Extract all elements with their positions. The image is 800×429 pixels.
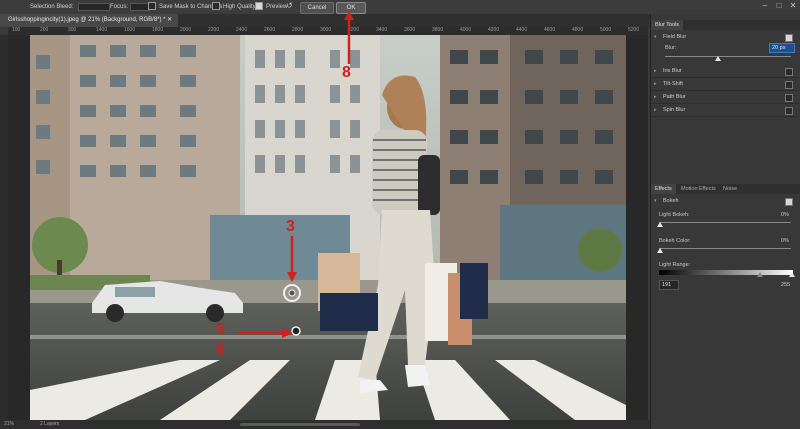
effects-tab-bar: Effects Motion Effects Noise [651,184,800,194]
horizontal-scrollbar[interactable] [240,423,360,426]
ruler-tick-label: 5200 [628,27,640,33]
close-tab-icon[interactable]: ✕ [167,17,172,23]
blur-value-input[interactable]: 20 px [769,43,795,53]
bokeh-color-label: Bokeh Color: [659,238,691,244]
blur-label: Blur: [665,45,677,51]
annotation-8: 8 [342,64,351,81]
ruler-tick-label: 2600 [264,27,276,33]
close-icon[interactable]: ✕ [788,1,798,11]
annotation-6: 6 [216,342,225,359]
checkbox-checked-icon [255,2,263,11]
chevron-down-icon[interactable]: ▾ [654,195,657,207]
blur-tool-label: Path Blur [663,94,686,100]
maximize-icon[interactable]: □ [774,1,784,11]
ruler-tick-label: 4200 [488,27,500,33]
ruler-tick-label: 1800 [152,27,164,33]
blur-tools-panel: Blur Tools ▾ Field Blur Blur: 20 px ▸ Iri… [650,14,800,429]
bokeh-color-slider-track[interactable] [659,248,791,249]
light-range-low-input[interactable]: 191 [659,280,679,290]
ruler-tick-label: 4000 [460,27,472,33]
tab-noise[interactable]: Noise [719,184,741,194]
high-quality-checkbox[interactable]: High Quality [212,2,256,12]
ruler-tick-label: 4400 [516,27,528,33]
ruler-tick-label: 2200 [208,27,220,33]
blur-tool-label: Spin Blur [663,107,686,113]
options-bar: Selection Bleed: Focus: Save Mask to Cha… [0,0,800,15]
document-tab[interactable]: Girlsshoppingincity(1).jpeg @ 21% (Backg… [0,14,179,27]
blur-tool-checkbox[interactable] [785,81,793,89]
checkbox-icon [212,2,220,11]
photo-canvas[interactable] [30,35,626,420]
tab-effects[interactable]: Effects [651,184,676,194]
selection-bleed-label: Selection Bleed: [30,4,74,10]
focus-label: Focus: [110,4,129,10]
ruler-tick-label: 100 [12,27,21,33]
field-blur-checkbox[interactable] [785,34,793,42]
light-range-high-handle[interactable] [789,272,795,277]
ruler-tick-label: 2000 [180,27,192,33]
cancel-button[interactable]: Cancel [300,2,334,14]
bokeh-row[interactable]: ▾ Bokeh [651,195,799,207]
light-bokeh-value: 0% [781,212,789,218]
blur-slider-track[interactable] [665,56,791,57]
checkbox-icon [148,2,156,11]
tab-motion-effects[interactable]: Motion Effects [677,184,720,194]
light-bokeh-label: Light Bokeh: [659,212,690,218]
blur-tool-row[interactable]: ▸ Path Blur [651,91,799,104]
annotation-arrow-3 [287,236,297,282]
ruler-tick-label: 3800 [432,27,444,33]
blur-tools-header: Blur Tools [651,20,800,30]
focus-field[interactable] [130,3,150,11]
blur-tool-checkbox[interactable] [785,94,793,102]
light-range-gradient[interactable] [659,270,793,275]
light-range-low-handle[interactable] [757,272,763,277]
blur-tools-tab[interactable]: Blur Tools [651,20,684,30]
chevron-down-icon[interactable]: ▾ [654,31,657,43]
ruler-tick-label: 1600 [124,27,136,33]
ruler-tick-label: 300 [68,27,77,33]
bokeh-color-value: 0% [781,238,789,244]
ruler-tick-label: 4800 [572,27,584,33]
blur-tool-label: Iris Blur [663,68,682,74]
ruler-tick-label: 4600 [544,27,556,33]
annotation-arrow-5 [238,328,293,338]
ruler-tick-label: 200 [40,27,49,33]
status-bar: 21% 2 Layers [0,420,650,429]
ruler-tick-label: 1400 [96,27,108,33]
document-tab-bar: Girlsshoppingincity(1).jpeg @ 21% (Backg… [0,14,650,27]
annotation-5: 5 [216,321,225,338]
layers-count: 2 Layers [40,421,60,427]
ruler-tick-label: 2800 [292,27,304,33]
selection-bleed-field[interactable] [78,3,110,11]
blur-tool-label: Tilt-Shift [663,81,683,87]
field-blur-row[interactable]: ▾ Field Blur [651,31,799,43]
light-bokeh-slider-handle[interactable] [657,222,663,227]
blur-tool-checkbox[interactable] [785,107,793,115]
zoom-level: 21% [4,421,15,427]
reset-icon[interactable]: ↺ [286,1,293,11]
blur-tool-row[interactable]: ▸ Iris Blur [651,65,799,78]
chevron-right-icon[interactable]: ▸ [654,104,657,116]
chevron-right-icon[interactable]: ▸ [654,78,657,90]
chevron-right-icon[interactable]: ▸ [654,91,657,103]
blur-tool-checkbox[interactable] [785,68,793,76]
ruler-tick-label: 3000 [320,27,332,33]
bokeh-checkbox[interactable] [785,198,793,206]
ruler-tick-label: 5000 [600,27,612,33]
light-bokeh-slider-track[interactable] [659,222,791,223]
bokeh-color-slider-handle[interactable] [657,248,663,253]
ruler-tick-label: 2400 [236,27,248,33]
ruler-tick-label: 3600 [404,27,416,33]
blur-slider-handle[interactable] [714,56,721,61]
blur-tool-row[interactable]: ▸ Tilt-Shift [651,78,799,91]
preview-checkbox[interactable]: Preview [255,2,287,12]
ruler-tick-label: 3400 [376,27,388,33]
light-range-high-value: 255 [781,282,791,288]
street-scene-image [30,35,626,420]
light-range-label: Light Range: [659,262,691,268]
blur-tool-row[interactable]: ▸ Spin Blur [651,104,799,117]
minimize-icon[interactable]: – [760,1,770,11]
annotation-arrow-8 [344,11,354,64]
chevron-right-icon[interactable]: ▸ [654,65,657,77]
